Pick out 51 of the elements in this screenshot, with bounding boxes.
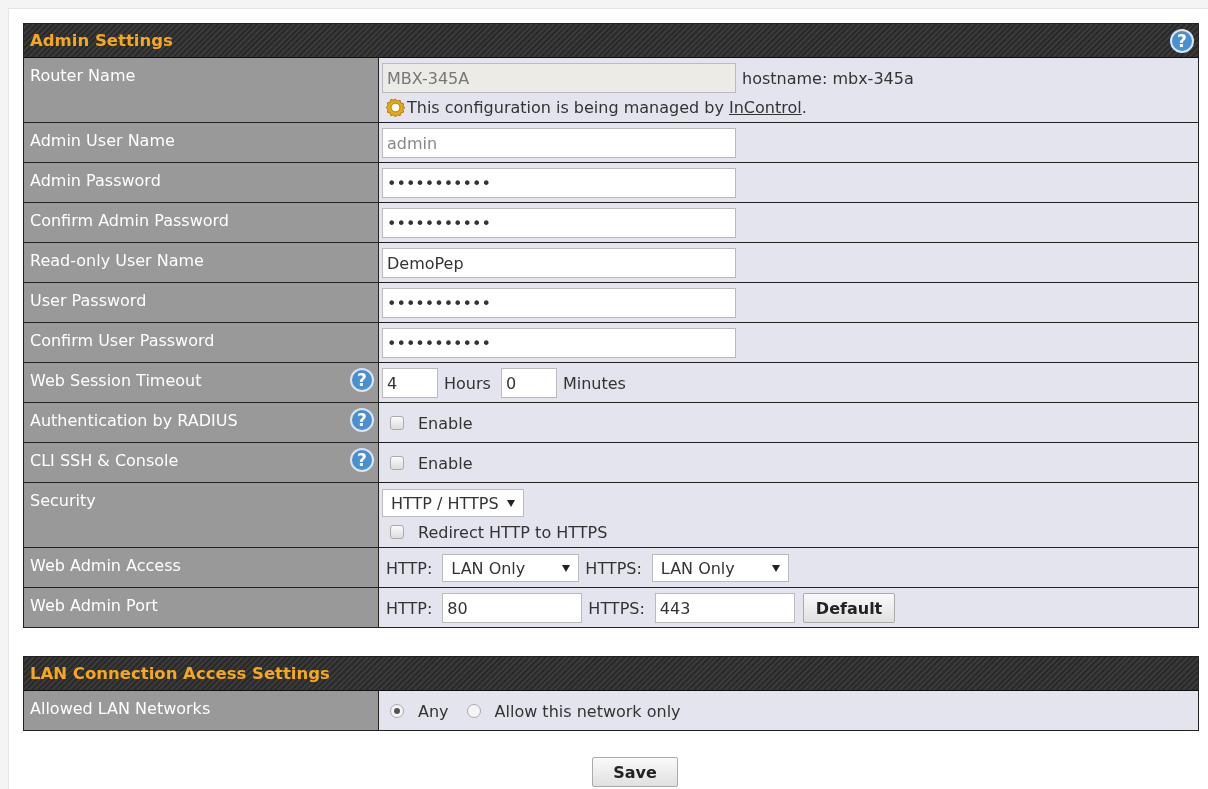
input-field[interactable]: DemoPep [382, 248, 736, 278]
row-label: Web Session Timeout [30, 370, 202, 392]
incontrol-link[interactable]: InControl [729, 97, 802, 117]
option-label: Redirect HTTP to HTTPS [418, 522, 608, 542]
option-label: Allow this network only [494, 701, 681, 721]
section-title: LAN Connection Access Settings [30, 664, 330, 683]
row-label: Confirm Admin Password [30, 210, 229, 232]
input-field[interactable]: ••••••••••• [382, 328, 736, 358]
row-label: User Password [30, 290, 147, 312]
row-label: Web Admin Access [30, 555, 181, 577]
input-field[interactable]: 4 [382, 368, 438, 398]
row-label: Authentication by RADIUS [30, 410, 238, 432]
field-label: HTTP: [386, 558, 433, 578]
field-label: HTTPS: [585, 558, 642, 578]
section-title: Admin Settings [30, 31, 173, 50]
radio-button[interactable] [390, 704, 404, 718]
dropdown[interactable]: LAN Only [442, 554, 580, 582]
field-label: HTTP: [386, 598, 433, 618]
field-label: hostname: mbx-345a [742, 68, 914, 88]
option-label: Any [418, 701, 449, 721]
checkbox[interactable] [390, 416, 404, 430]
row-label: Admin User Name [30, 130, 175, 152]
row-label: CLI SSH & Console [30, 450, 179, 472]
managed-note: This configuration is being managed by InControl. [407, 97, 807, 117]
option-label: Enable [418, 453, 473, 473]
row-label: Confirm User Password [30, 330, 215, 352]
row-label: Allowed LAN Networks [30, 698, 211, 720]
gear-icon [386, 97, 405, 117]
option-label: Enable [418, 413, 473, 433]
input-field[interactable]: ••••••••••• [382, 208, 736, 238]
input-field[interactable]: admin [382, 128, 736, 158]
radio-button[interactable] [466, 704, 481, 718]
dropdown[interactable]: LAN Only [651, 554, 789, 582]
row-label: Read-only User Name [30, 250, 204, 272]
save-button[interactable]: Save [592, 757, 678, 787]
input-field[interactable]: 443 [654, 593, 795, 623]
default-button[interactable]: Default [802, 593, 896, 623]
dropdown[interactable]: HTTP / HTTPS [382, 489, 524, 517]
input-field[interactable]: 0 [500, 368, 557, 398]
input-field[interactable]: ••••••••••• [382, 288, 736, 318]
input-field[interactable]: 80 [442, 593, 583, 623]
checkbox[interactable] [390, 525, 404, 539]
row-label: Web Admin Port [30, 595, 158, 617]
checkbox[interactable] [390, 456, 404, 470]
field-label: HTTPS: [588, 598, 645, 618]
row-label: Router Name [30, 65, 136, 87]
field-label: Hours [444, 373, 491, 393]
field-label: Minutes [562, 373, 626, 393]
row-label: Security [30, 490, 96, 512]
input-field[interactable]: ••••••••••• [382, 168, 736, 198]
row-label: Admin Password [30, 170, 161, 192]
